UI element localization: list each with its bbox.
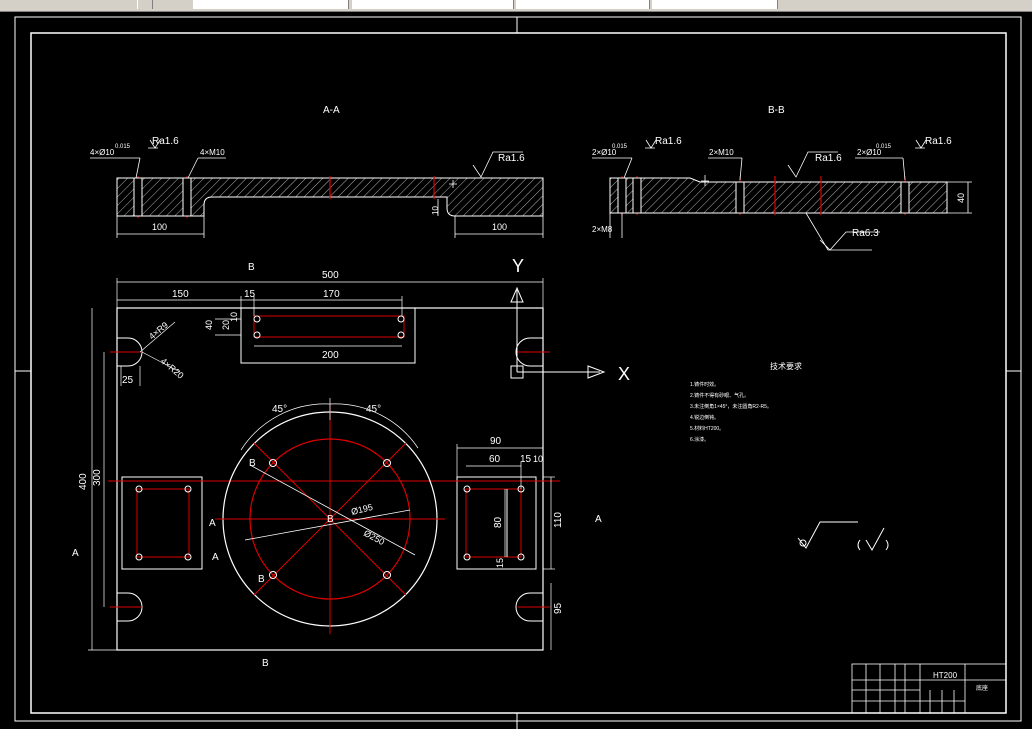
angle-label: 45°	[272, 404, 287, 415]
tolerance-label: 0.015	[612, 144, 628, 150]
section-mark: A	[212, 552, 219, 563]
dimension-label: 25	[122, 375, 134, 386]
dimension-label: 40	[956, 193, 966, 203]
surface-finish-label: Ra1.6	[152, 136, 179, 147]
section-bb-view: B-B Ra1.6 Ra1.6 Ra1.6 Ra6.3 2×Ø10 0.015 …	[592, 105, 972, 251]
section-aa-label: A-A	[323, 105, 340, 116]
color-dropdown[interactable]	[352, 0, 514, 9]
dimension-label: 150	[172, 289, 189, 300]
radius-label: 4×R20	[159, 356, 186, 381]
angle-label: 45°	[366, 404, 381, 415]
note-line: 1.铸件时效。	[690, 381, 719, 388]
note-line: 6.涂漆。	[690, 436, 709, 443]
ucs-icon	[510, 286, 606, 379]
linetype-dropdown[interactable]	[516, 0, 650, 9]
technical-notes: 技术要求 1.铸件时效。 2.铸件不得有砂眼、气孔。 3.未注倒角1×45°，未…	[690, 361, 802, 443]
surface-finish-label: Ra1.6	[815, 153, 842, 164]
section-mark: A	[72, 548, 79, 559]
dimension-label: 60	[489, 454, 501, 465]
x-axis-label: X	[618, 364, 630, 384]
thread-callout: 2×M10	[709, 148, 734, 157]
general-roughness-symbol	[797, 521, 889, 552]
surface-finish-label: Ra1.6	[655, 136, 682, 147]
radius-label: 4×R9	[147, 320, 170, 342]
section-mark: B	[258, 574, 265, 585]
surface-finish-label: Ra1.6	[498, 153, 525, 164]
section-mark: A	[595, 514, 602, 525]
hole-callout: 4×Ø10	[90, 148, 115, 157]
title-material: HT200	[933, 671, 958, 680]
section-mark: B	[262, 658, 269, 669]
dimension-label: 110	[553, 512, 564, 528]
dimension-label: 90	[490, 436, 502, 447]
section-mark: B	[327, 514, 334, 525]
thread-callout: 4×M10	[200, 148, 225, 157]
notes-title: 技术要求	[770, 361, 802, 371]
section-mark: B	[248, 262, 255, 273]
note-line: 5.材料HT200。	[690, 425, 724, 432]
thread-callout: 2×M8	[592, 225, 613, 234]
surface-finish-label: Ra6.3	[852, 228, 879, 239]
dimension-label: 200	[322, 350, 339, 361]
section-mark: A	[209, 518, 216, 529]
dimension-label: 100	[492, 222, 507, 232]
section-bb-label: B-B	[768, 105, 785, 116]
tolerance-label: 0.015	[115, 144, 131, 150]
section-mark: B	[249, 458, 256, 469]
title-part-name: 底座	[976, 684, 988, 692]
dimension-label: 170	[323, 289, 340, 300]
lineweight-dropdown[interactable]	[652, 0, 778, 9]
dimension-label: 15	[495, 558, 505, 568]
section-aa-view: A-A Ra1.6 Ra1.6 4×Ø10 0.015 4×M10 100 10…	[90, 105, 544, 238]
dimension-label: 10	[533, 454, 543, 464]
toolbar-icon[interactable]	[137, 0, 153, 9]
dimension-label: 40	[204, 320, 214, 330]
surface-finish-label: Ra1.6	[925, 136, 952, 147]
dimension-label: 100	[152, 222, 167, 232]
diameter-label: Ø195	[350, 502, 374, 517]
dimension-label: 10	[229, 312, 239, 322]
layer-dropdown[interactable]	[193, 0, 349, 9]
note-line: 3.未注倒角1×45°，未注圆角R2-R5。	[690, 403, 772, 410]
dimension-label: 300	[92, 469, 103, 486]
dimension-label: 400	[78, 473, 89, 490]
y-axis-label: Y	[512, 256, 524, 276]
dimension-label: 95	[553, 602, 564, 614]
plan-view: 500 150 15 170 40 20 10 200 25 400 300 9…	[72, 262, 602, 669]
dimension-label: 15	[244, 289, 256, 300]
diameter-label: Ø250	[362, 528, 386, 547]
note-line: 2.铸件不得有砂眼、气孔。	[690, 392, 749, 399]
centering-marks	[15, 17, 1021, 729]
tolerance-label: 0.015	[876, 144, 892, 150]
drawing-canvas[interactable]: A-A Ra1.6 Ra1.6 4×Ø10 0.015 4×M10 100 10…	[0, 11, 1032, 729]
dimension-label: 10	[431, 206, 440, 215]
command-line[interactable]	[0, 729, 1032, 739]
dimension-label: 80	[493, 516, 504, 528]
note-line: 4.锐边倒钝。	[690, 414, 719, 421]
dimension-label: 15	[520, 454, 532, 465]
dimension-label: 500	[322, 270, 339, 281]
